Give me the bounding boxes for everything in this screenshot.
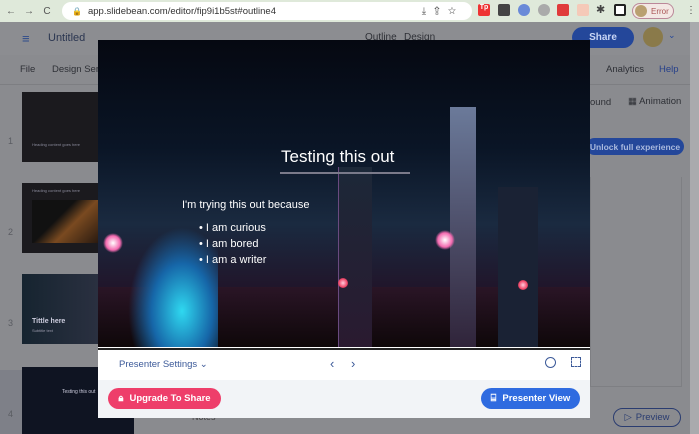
browser-toolbar: ← → C 🔒 app.slidebean.com/editor/fip9i1b… — [0, 0, 699, 22]
bullet-item: • I am curious — [199, 222, 266, 234]
presenter-modal: Testing this out I'm trying this out bec… — [98, 40, 590, 418]
slide-thumbnail[interactable]: Heading content goes here — [22, 92, 98, 162]
menu-analytics[interactable]: Analytics — [606, 64, 644, 75]
slide-list: 1 Heading content goes here 2 Heading co… — [0, 85, 134, 434]
profile-button[interactable]: Error — [632, 3, 674, 19]
slide-preview: Testing this out I'm trying this out bec… — [98, 40, 590, 347]
address-bar-actions-icon[interactable]: ⤓⇪☆ — [422, 6, 464, 17]
animation-button[interactable]: ▦ Animation — [628, 96, 681, 107]
slide-thumbnail[interactable]: Heading content goes here — [22, 183, 98, 253]
lock-icon: 🔒︎ — [118, 393, 124, 404]
menu-help[interactable]: Help — [659, 64, 679, 75]
projector-icon: ⌸ — [490, 393, 497, 404]
thumb-image — [32, 200, 98, 243]
thumb-text: Testing this out — [62, 389, 96, 395]
extension-icon[interactable] — [518, 4, 530, 16]
extension-icon[interactable] — [538, 4, 550, 16]
lock-icon: 🔒 — [72, 6, 82, 16]
fullscreen-icon[interactable] — [571, 357, 581, 367]
back-icon[interactable]: ← — [4, 6, 18, 17]
upgrade-label: Upgrade To Share — [129, 393, 211, 404]
timer-icon[interactable] — [545, 357, 556, 368]
presenter-settings-label: Presenter Settings — [119, 359, 198, 370]
animation-label: Animation — [639, 96, 682, 107]
slide-thumbnail[interactable]: Tittle here Subtitle text — [22, 274, 98, 344]
slide-title: Testing this out — [281, 147, 395, 166]
bullet-text: I am curious — [205, 222, 266, 234]
chevron-down-icon[interactable]: ⌄ — [668, 30, 676, 41]
thumb-text: Heading content goes here — [32, 142, 81, 147]
bullet-item: • I am bored — [199, 238, 259, 250]
play-icon: ▷ — [624, 412, 632, 423]
preview-button[interactable]: ▷ Preview — [613, 408, 681, 427]
address-bar[interactable]: 🔒 app.slidebean.com/editor/fip9i1b5st#ou… — [62, 2, 472, 20]
slide-number: 2 — [8, 227, 14, 237]
scrollbar[interactable] — [690, 22, 699, 434]
more-icon[interactable]: ⋮ — [686, 5, 696, 16]
deck-title[interactable]: Untitled — [48, 32, 85, 44]
thumb-title: Tittle here — [32, 318, 66, 325]
extension-icon[interactable] — [577, 4, 589, 16]
presenter-footer: 🔒︎ Upgrade To Share ⌸ Presenter View — [98, 380, 590, 418]
extension-icon[interactable]: Tp — [478, 4, 490, 16]
slide-bullets: • I am curious • I am bored • I am a wri… — [199, 220, 266, 268]
grid-icon: ▦ — [628, 96, 640, 107]
background-button[interactable]: ound — [590, 97, 611, 108]
thumb-subtitle: Subtitle text — [32, 328, 53, 333]
share-label: Share — [589, 32, 617, 43]
preview-label: Preview — [635, 412, 670, 423]
presenter-settings-dropdown[interactable]: Presenter Settings ⌄ — [119, 359, 208, 370]
profile-label: Error — [651, 6, 669, 16]
reload-icon[interactable]: C — [40, 6, 54, 17]
sidepanel-icon[interactable] — [614, 4, 626, 16]
bullet-item: • I am a writer — [199, 254, 267, 266]
previous-slide-icon[interactable]: ‹ — [330, 356, 334, 371]
title-underline — [280, 172, 410, 174]
slide-number: 4 — [8, 409, 14, 419]
avatar[interactable] — [643, 27, 663, 47]
unlock-button[interactable]: Unlock full experience — [586, 138, 684, 155]
thumb-text: Heading content goes here — [32, 188, 81, 193]
next-slide-icon[interactable]: › — [351, 356, 355, 371]
extension-icon[interactable] — [557, 4, 569, 16]
presenter-view-button[interactable]: ⌸ Presenter View — [481, 388, 580, 409]
presenter-controls: Presenter Settings ⌄ ‹ › — [98, 348, 590, 380]
bullet-text: I am bored — [205, 238, 259, 250]
hamburger-icon[interactable]: ≡ — [22, 31, 30, 46]
bullet-text: I am a writer — [205, 254, 267, 266]
chevron-down-icon: ⌄ — [199, 359, 208, 370]
slide-number: 1 — [8, 136, 14, 146]
side-panel — [590, 177, 682, 387]
puzzle-icon[interactable]: ✱ — [596, 3, 608, 16]
upgrade-to-share-button[interactable]: 🔒︎ Upgrade To Share — [108, 388, 221, 409]
presenter-view-label: Presenter View — [502, 393, 571, 404]
url-text: app.slidebean.com/editor/fip9i1b5st#outl… — [87, 5, 276, 17]
forward-icon[interactable]: → — [22, 6, 36, 17]
slide-intro: I'm trying this out because — [182, 199, 310, 211]
slide-number: 3 — [8, 318, 14, 328]
menu-design-services[interactable]: Design Ser — [52, 64, 99, 75]
extension-icon[interactable] — [498, 4, 510, 16]
menu-file[interactable]: File — [20, 64, 35, 75]
unlock-label: Unlock full experience — [589, 141, 681, 152]
